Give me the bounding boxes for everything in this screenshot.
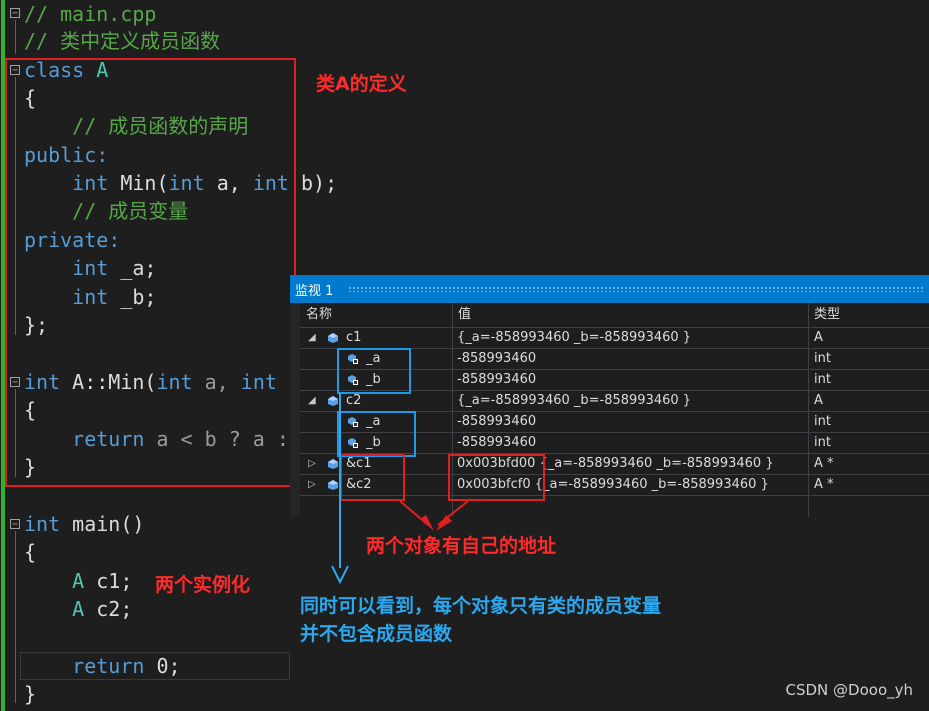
- column-header-name[interactable]: 名称: [306, 303, 332, 327]
- fold-collapse-icon[interactable]: −: [10, 519, 20, 530]
- watch-value: {_a=-858993460 _b=-858993460 }: [457, 330, 692, 345]
- watch-type: int: [814, 435, 831, 450]
- fold-collapse-icon[interactable]: −: [10, 8, 20, 19]
- watch-value: {_a=-858993460 _b=-858993460 }: [457, 393, 692, 408]
- own-address-label: 两个对象有自己的地址: [366, 535, 557, 557]
- comment: // main.cpp: [24, 2, 157, 26]
- instances-label: 两个实例化: [155, 574, 251, 596]
- class-name: A: [72, 597, 85, 621]
- fold-guide: [15, 531, 16, 703]
- code-line-20[interactable]: {: [24, 538, 36, 566]
- code-line-22[interactable]: A c2;: [24, 595, 132, 623]
- watch-type: int: [814, 414, 831, 429]
- class-definition-highlight: [5, 58, 296, 487]
- watch-type: int: [814, 372, 831, 387]
- watch-value: -858993460: [457, 435, 537, 450]
- expand-icon[interactable]: ▷: [308, 475, 316, 495]
- code-line-24[interactable]: return 0;: [24, 652, 181, 680]
- class-definition-label: 类A的定义: [316, 73, 407, 95]
- code-line-1[interactable]: // main.cpp: [24, 0, 156, 28]
- code-line-19[interactable]: int main(): [24, 510, 144, 538]
- watch-value: -858993460: [457, 372, 537, 387]
- members-note-line1: 同时可以看到，每个对象只有类的成员变量: [300, 595, 662, 617]
- class-name: A: [72, 569, 85, 593]
- column-header-value[interactable]: 值: [458, 303, 471, 327]
- return-value: 0;: [156, 654, 181, 678]
- column-header-type[interactable]: 类型: [814, 303, 840, 327]
- members-note-line2: 并不包含成员函数: [300, 623, 453, 645]
- watch-type: int: [814, 351, 831, 366]
- watch-name: c2: [346, 393, 362, 408]
- punctuation: {: [24, 540, 37, 564]
- watch-value: -858993460: [457, 414, 537, 429]
- code-line-2[interactable]: // 类中定义成员函数: [24, 27, 220, 55]
- watch-type: A *: [814, 456, 834, 471]
- function-name: main(): [72, 512, 145, 536]
- keyword: return: [72, 654, 145, 678]
- address-names-highlight: [340, 454, 405, 501]
- punctuation: }: [24, 682, 37, 706]
- expand-icon[interactable]: ◢: [308, 391, 316, 411]
- fold-guide: [15, 20, 16, 54]
- watch-type: A: [814, 330, 823, 345]
- code-line-21[interactable]: A c1;: [24, 567, 132, 595]
- param: b);: [301, 171, 338, 195]
- members-c2-highlight: [337, 411, 416, 457]
- variable: c2;: [96, 597, 133, 621]
- watch-value: -858993460: [457, 351, 537, 366]
- variable: c1;: [96, 569, 133, 593]
- expand-icon[interactable]: ▷: [308, 454, 316, 474]
- comment: // 类中定义成员函数: [24, 29, 221, 53]
- watch-type: A: [814, 393, 823, 408]
- watch-title-bar[interactable]: 监视 1: [290, 275, 929, 303]
- watch-title: 监视 1: [295, 284, 334, 299]
- title-grip: [348, 286, 925, 292]
- watermark: CSDN @Dooo_yh: [785, 681, 914, 699]
- address-values-highlight: [448, 454, 545, 501]
- expand-icon[interactable]: ◢: [308, 328, 316, 348]
- watch-row[interactable]: ◢ c1 {_a=-858993460 _b=-858993460 } A: [300, 327, 929, 348]
- keyword: int: [24, 512, 61, 536]
- members-c1-highlight: [337, 348, 411, 394]
- watch-name: c1: [346, 330, 362, 345]
- code-line-25[interactable]: }: [24, 680, 36, 708]
- watch-type: A *: [814, 477, 834, 492]
